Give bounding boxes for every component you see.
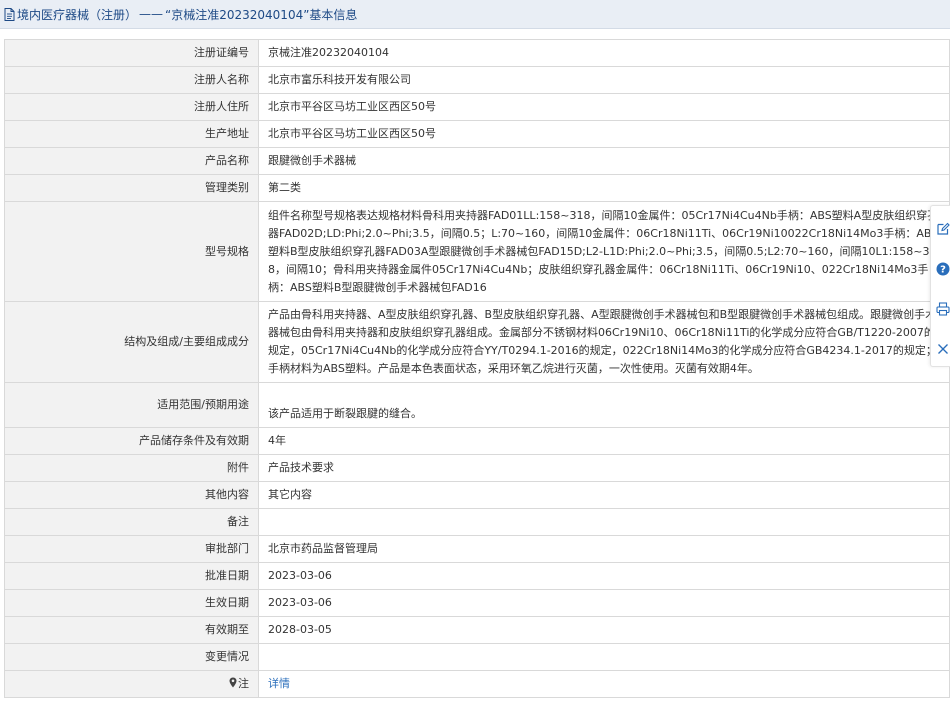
table-row: 管理类别 第二类 — [4, 174, 950, 202]
table-row: 有效期至 2028-03-05 — [4, 616, 950, 644]
header-category: 境内医疗器械（注册） — [17, 7, 138, 22]
row-value: 北京市富乐科技开发有限公司 — [258, 66, 950, 94]
document-icon — [4, 7, 15, 21]
row-value: 产品由骨科用夹持器、A型皮肤组织穿孔器、B型皮肤组织穿孔器、A型跟腱微创手术器械… — [258, 301, 950, 383]
row-label: 结构及组成/主要组成成分 — [4, 301, 259, 383]
table-row: 适用范围/预期用途 该产品适用于断裂跟腱的缝合。 — [4, 382, 950, 428]
table-row: 备注 — [4, 508, 950, 536]
table-row: 其他内容 其它内容 — [4, 481, 950, 509]
header-record-title: “京械注准20232040104”基本信息 — [165, 7, 358, 22]
table-row: 生效日期 2023-03-06 — [4, 589, 950, 617]
svg-text:?: ? — [940, 265, 946, 276]
row-value: 跟腱微创手术器械 — [258, 147, 950, 175]
row-value: 第二类 — [258, 174, 950, 202]
row-value — [258, 508, 950, 536]
floating-toolbar: ? — [930, 205, 950, 367]
table-row: 产品名称 跟腱微创手术器械 — [4, 147, 950, 175]
row-value: 其它内容 — [258, 481, 950, 509]
device-info-table: 注册证编号 京械注准20232040104 注册人名称 北京市富乐科技开发有限公… — [4, 39, 950, 698]
help-icon[interactable]: ? — [936, 262, 950, 276]
table-row: 注册人住所 北京市平谷区马坊工业区西区50号 — [4, 93, 950, 121]
details-link[interactable]: 详情 — [268, 677, 290, 690]
row-label: 注册证编号 — [4, 39, 259, 67]
row-value: 2023-03-06 — [258, 589, 950, 617]
row-value: 京械注准20232040104 — [258, 39, 950, 67]
row-label: 备注 — [4, 508, 259, 536]
row-label: 有效期至 — [4, 616, 259, 644]
row-value: 2028-03-05 — [258, 616, 950, 644]
print-icon[interactable] — [936, 302, 950, 316]
table-row: 结构及组成/主要组成成分 产品由骨科用夹持器、A型皮肤组织穿孔器、B型皮肤组织穿… — [4, 301, 950, 383]
row-value — [258, 643, 950, 671]
row-label: 批准日期 — [4, 562, 259, 590]
row-label: 型号规格 — [4, 201, 259, 302]
page-header: 境内医疗器械（注册） —— “京械注准20232040104”基本信息 — [0, 0, 950, 29]
row-label: 管理类别 — [4, 174, 259, 202]
row-label: 其他内容 — [4, 481, 259, 509]
row-value: 2023-03-06 — [258, 562, 950, 590]
table-row: 生产地址 北京市平谷区马坊工业区西区50号 — [4, 120, 950, 148]
table-row: 变更情况 — [4, 643, 950, 671]
table-row: 型号规格 组件名称型号规格表达规格材料骨科用夹持器FAD01LL:158~318… — [4, 201, 950, 302]
row-label: 生效日期 — [4, 589, 259, 617]
row-label: 附件 — [4, 454, 259, 482]
row-label: 审批部门 — [4, 535, 259, 563]
table-row: 注册人名称 北京市富乐科技开发有限公司 — [4, 66, 950, 94]
row-value: 北京市药品监督管理局 — [258, 535, 950, 563]
row-value: 北京市平谷区马坊工业区西区50号 — [258, 93, 950, 121]
row-label: 注册人住所 — [4, 93, 259, 121]
row-label: 生产地址 — [4, 120, 259, 148]
note-label-text: 注 — [238, 677, 249, 690]
table-row: 注册证编号 京械注准20232040104 — [4, 39, 950, 67]
note-value: 详情 — [258, 670, 950, 698]
table-row: 批准日期 2023-03-06 — [4, 562, 950, 590]
row-value: 北京市平谷区马坊工业区西区50号 — [258, 120, 950, 148]
note-label: 注 — [4, 670, 259, 698]
table-row: 附件 产品技术要求 — [4, 454, 950, 482]
table-row-note: 注 详情 — [4, 670, 950, 698]
row-value: 组件名称型号规格表达规格材料骨科用夹持器FAD01LL:158~318，间隔10… — [258, 201, 950, 302]
row-value: 4年 — [258, 427, 950, 455]
row-label: 产品名称 — [4, 147, 259, 175]
header-separator: —— — [139, 7, 164, 21]
row-value: 该产品适用于断裂跟腱的缝合。 — [258, 382, 950, 428]
row-label: 变更情况 — [4, 643, 259, 671]
row-label: 注册人名称 — [4, 66, 259, 94]
row-label: 适用范围/预期用途 — [4, 382, 259, 428]
location-pin-icon — [229, 677, 237, 688]
close-icon[interactable] — [936, 342, 950, 356]
row-value: 产品技术要求 — [258, 454, 950, 482]
row-label: 产品储存条件及有效期 — [4, 427, 259, 455]
table-row: 审批部门 北京市药品监督管理局 — [4, 535, 950, 563]
table-row: 产品储存条件及有效期 4年 — [4, 427, 950, 455]
edit-icon[interactable] — [936, 222, 950, 236]
